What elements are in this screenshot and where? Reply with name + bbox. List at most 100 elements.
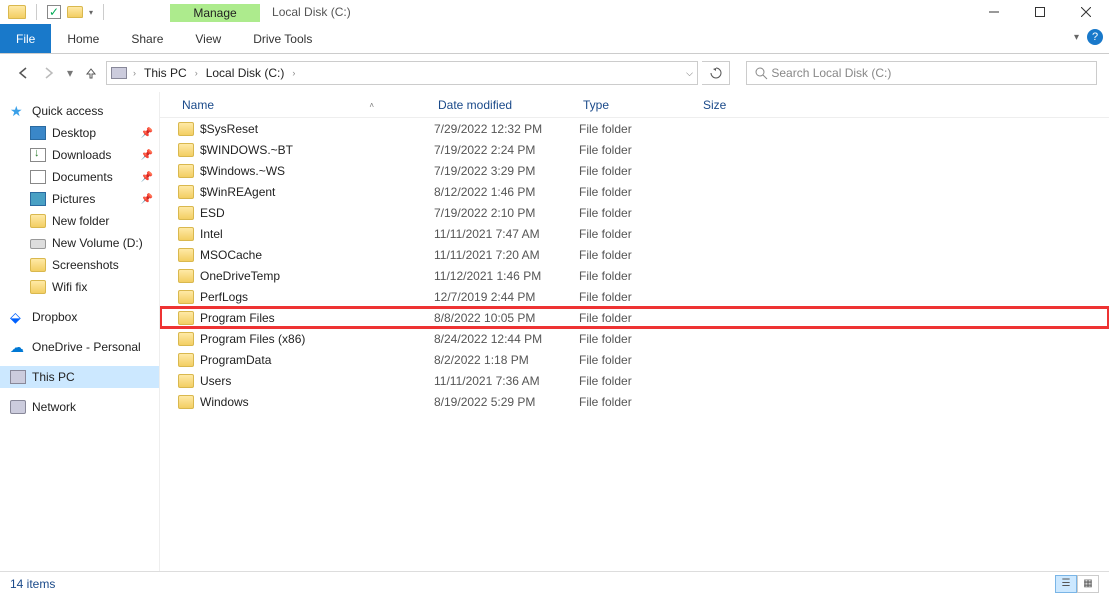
sidebar-dropbox[interactable]: ⬙Dropbox bbox=[0, 306, 159, 328]
folder-icon bbox=[178, 206, 194, 220]
sidebar-item[interactable]: Desktop📌 bbox=[0, 122, 159, 144]
tab-share[interactable]: Share bbox=[115, 24, 179, 53]
navigation-row: ▾ › This PC › Local Disk (C:) › ⌵ bbox=[0, 54, 1109, 92]
sidebar-item-label: New folder bbox=[52, 214, 109, 228]
file-row[interactable]: $SysReset7/29/2022 12:32 PMFile folder bbox=[160, 118, 1109, 139]
sidebar-label: Quick access bbox=[32, 104, 103, 118]
file-row[interactable]: Program Files8/8/2022 10:05 PMFile folde… bbox=[160, 307, 1109, 328]
chevron-right-icon[interactable]: › bbox=[131, 68, 138, 78]
chevron-right-icon[interactable]: › bbox=[193, 68, 200, 78]
file-date: 7/19/2022 3:29 PM bbox=[434, 164, 579, 178]
column-date[interactable]: Date modified bbox=[434, 98, 579, 112]
address-dropdown-icon[interactable]: ⌵ bbox=[686, 68, 693, 79]
large-icons-view-button[interactable]: ▦ bbox=[1077, 575, 1099, 593]
sidebar-this-pc[interactable]: This PC bbox=[0, 366, 159, 388]
column-type[interactable]: Type bbox=[579, 98, 699, 112]
file-row[interactable]: Users11/11/2021 7:36 AMFile folder bbox=[160, 370, 1109, 391]
file-row[interactable]: OneDriveTemp11/12/2021 1:46 PMFile folde… bbox=[160, 265, 1109, 286]
sidebar-item[interactable]: Wifi fix bbox=[0, 276, 159, 298]
qat-dropdown-icon[interactable]: ▾ bbox=[89, 8, 93, 17]
tab-home[interactable]: Home bbox=[51, 24, 115, 53]
breadcrumb-this-pc[interactable]: This PC bbox=[142, 66, 189, 80]
file-type: File folder bbox=[579, 143, 699, 157]
file-date: 7/19/2022 2:10 PM bbox=[434, 206, 579, 220]
item-count: 14 items bbox=[10, 577, 55, 591]
main-area: ★Quick access Desktop📌Downloads📌Document… bbox=[0, 92, 1109, 571]
sidebar-item-label: Screenshots bbox=[52, 258, 119, 272]
address-bar[interactable]: › This PC › Local Disk (C:) › ⌵ bbox=[106, 61, 698, 85]
cloud-icon: ☁ bbox=[10, 340, 26, 354]
navigation-pane: ★Quick access Desktop📌Downloads📌Document… bbox=[0, 92, 160, 571]
pin-icon: 📌 bbox=[141, 194, 153, 205]
file-name: $WinREAgent bbox=[200, 185, 275, 199]
sidebar-network[interactable]: Network bbox=[0, 396, 159, 418]
sidebar-item[interactable]: Pictures📌 bbox=[0, 188, 159, 210]
window-controls bbox=[971, 0, 1109, 24]
file-name: $WINDOWS.~BT bbox=[200, 143, 293, 157]
close-button[interactable] bbox=[1063, 0, 1109, 24]
title-bar: ✓ ▾ Manage Local Disk (C:) bbox=[0, 0, 1109, 24]
file-date: 11/12/2021 1:46 PM bbox=[434, 269, 579, 283]
details-view-button[interactable]: ☰ bbox=[1055, 575, 1077, 593]
status-bar: 14 items ☰ ▦ bbox=[0, 571, 1109, 595]
sidebar-onedrive[interactable]: ☁OneDrive - Personal bbox=[0, 336, 159, 358]
file-row[interactable]: Windows8/19/2022 5:29 PMFile folder bbox=[160, 391, 1109, 412]
up-button[interactable] bbox=[80, 62, 102, 84]
column-size[interactable]: Size bbox=[699, 98, 779, 112]
file-name: MSOCache bbox=[200, 248, 262, 262]
sidebar-item[interactable]: Documents📌 bbox=[0, 166, 159, 188]
file-row[interactable]: MSOCache11/11/2021 7:20 AMFile folder bbox=[160, 244, 1109, 265]
search-box[interactable] bbox=[746, 61, 1097, 85]
file-row[interactable]: ProgramData8/2/2022 1:18 PMFile folder bbox=[160, 349, 1109, 370]
file-date: 8/12/2022 1:46 PM bbox=[434, 185, 579, 199]
maximize-button[interactable] bbox=[1017, 0, 1063, 24]
file-date: 11/11/2021 7:47 AM bbox=[434, 227, 579, 241]
folder-icon bbox=[178, 290, 194, 304]
file-row[interactable]: ESD7/19/2022 2:10 PMFile folder bbox=[160, 202, 1109, 223]
contextual-tab-manage[interactable]: Manage bbox=[170, 4, 260, 22]
back-button[interactable] bbox=[12, 62, 34, 84]
file-name: Program Files bbox=[200, 311, 275, 325]
sidebar-item[interactable]: Downloads📌 bbox=[0, 144, 159, 166]
folder-icon bbox=[178, 353, 194, 367]
tab-view[interactable]: View bbox=[179, 24, 237, 53]
file-date: 8/24/2022 12:44 PM bbox=[434, 332, 579, 346]
qat-properties-icon[interactable]: ✓ bbox=[47, 5, 61, 19]
file-row[interactable]: Program Files (x86)8/24/2022 12:44 PMFil… bbox=[160, 328, 1109, 349]
column-headers: Name˄ Date modified Type Size bbox=[160, 92, 1109, 118]
sidebar-item[interactable]: New folder bbox=[0, 210, 159, 232]
sidebar-item[interactable]: New Volume (D:) bbox=[0, 232, 159, 254]
folder-icon bbox=[178, 269, 194, 283]
pin-icon: 📌 bbox=[141, 150, 153, 161]
file-row[interactable]: $WINDOWS.~BT7/19/2022 2:24 PMFile folder bbox=[160, 139, 1109, 160]
file-row[interactable]: PerfLogs12/7/2019 2:44 PMFile folder bbox=[160, 286, 1109, 307]
file-type: File folder bbox=[579, 269, 699, 283]
folder-icon bbox=[30, 214, 46, 228]
folder-icon bbox=[178, 395, 194, 409]
tab-drive-tools[interactable]: Drive Tools bbox=[237, 24, 328, 53]
refresh-button[interactable] bbox=[702, 61, 730, 85]
file-type: File folder bbox=[579, 164, 699, 178]
recent-dropdown-icon[interactable]: ▾ bbox=[64, 62, 76, 84]
file-row[interactable]: $Windows.~WS7/19/2022 3:29 PMFile folder bbox=[160, 160, 1109, 181]
folder-icon bbox=[178, 248, 194, 262]
sidebar-quick-access[interactable]: ★Quick access bbox=[0, 100, 159, 122]
sidebar-item[interactable]: Screenshots bbox=[0, 254, 159, 276]
ribbon-right: ▾ ? bbox=[1074, 29, 1103, 45]
file-row[interactable]: Intel11/11/2021 7:47 AMFile folder bbox=[160, 223, 1109, 244]
search-input[interactable] bbox=[771, 66, 1088, 80]
column-name[interactable]: Name˄ bbox=[178, 98, 434, 112]
minimize-button[interactable] bbox=[971, 0, 1017, 24]
folder-icon bbox=[178, 332, 194, 346]
help-icon[interactable]: ? bbox=[1087, 29, 1103, 45]
file-type: File folder bbox=[579, 290, 699, 304]
chevron-right-icon[interactable]: › bbox=[290, 68, 297, 78]
breadcrumb-local-disk[interactable]: Local Disk (C:) bbox=[204, 66, 287, 80]
file-type: File folder bbox=[579, 332, 699, 346]
file-date: 8/19/2022 5:29 PM bbox=[434, 395, 579, 409]
tab-file[interactable]: File bbox=[0, 24, 51, 53]
file-row[interactable]: $WinREAgent8/12/2022 1:46 PMFile folder bbox=[160, 181, 1109, 202]
qat-new-folder-icon[interactable] bbox=[67, 6, 83, 18]
ribbon-collapse-icon[interactable]: ▾ bbox=[1074, 32, 1079, 43]
forward-button[interactable] bbox=[38, 62, 60, 84]
